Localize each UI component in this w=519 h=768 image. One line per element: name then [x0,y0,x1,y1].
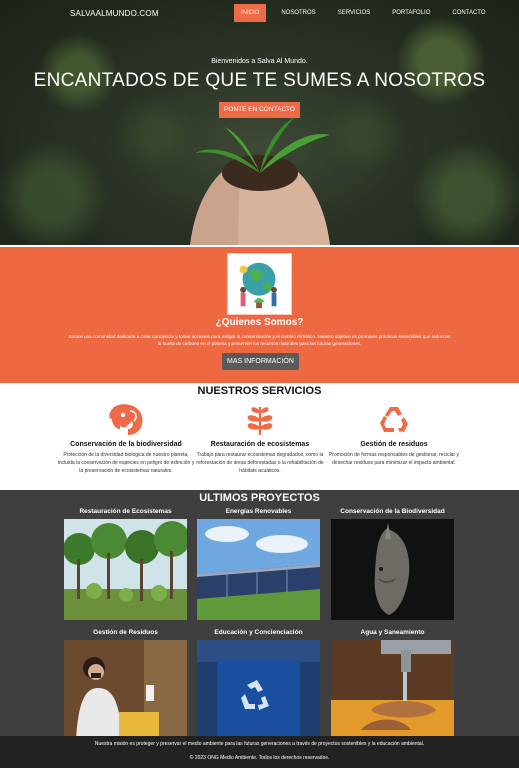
recycling-bin-image [197,640,320,741]
project-card-residuos[interactable]: Gestión de Residuos [64,629,187,746]
rhino-image [331,519,454,620]
water-tap-image [331,640,454,741]
brand-logo[interactable]: SALVAALMUNDO.COM [70,9,159,18]
elephant-icon [109,404,143,435]
project-card-energias[interactable]: Energías Renovables [197,508,320,625]
service-title: Gestión de residuos [360,441,428,448]
page: SALVAALMUNDO.COM INICIO NOSOTROS SERVICI… [0,0,519,768]
service-text: Trabajo para restaurar ecosistemas degra… [196,452,324,474]
footer: Nuestra misión es proteger y preservar e… [0,736,519,768]
project-card-biodiversidad[interactable]: Conservación de la Biodiversidad [331,508,454,625]
recycle-icon [380,407,408,433]
project-title: Educación y Concienciación [214,629,303,636]
hero-subtitle: Bienvenidos a Salva Al Mundo. [211,58,308,65]
nav-item-servicios[interactable]: SERVICIOS [331,4,378,22]
project-title: Restauración de Ecosistemas [79,508,172,515]
about-section: ¿Quienes Somos? Somos una comunidad dedi… [0,247,519,383]
projects-section: ULTIMOS PROYECTOS Restauración de Ecosis… [0,490,519,741]
about-text: Somos una comunidad dedicada a crear con… [68,334,451,346]
nav-item-nosotros[interactable]: NOSOTROS [274,4,322,22]
footer-copyright: © 2023 ONG Medio Ambiente. Todos los der… [189,755,330,761]
leaf-icon [247,407,273,435]
project-title: Conservación de la Biodiversidad [340,508,445,515]
service-card-residuos: Gestión de residuos Promoción de formas … [324,403,464,467]
project-card-agua[interactable]: Agua y Saneamiento [331,629,454,746]
service-title: Restauración de ecosistemas [210,441,310,448]
about-title: ¿Quienes Somos? [215,317,304,328]
project-title: Energías Renovables [225,508,292,515]
footer-mission-text: Nuestra misión es proteger y preservar e… [94,741,425,747]
contact-button[interactable]: PONTE EN CONTACTO [219,102,300,118]
nav-menu: INICIO NOSOTROS SERVICIOS PORTAFOLIO CON… [234,4,501,22]
nav-item-portafolio[interactable]: PORTAFOLIO [385,4,437,22]
solar-panels-image [197,519,320,620]
nav-item-inicio[interactable]: INICIO [234,4,267,22]
projects-title: ULTIMOS PROYECTOS [199,492,320,504]
service-text: Protección de la diversidad biológica de… [57,452,195,474]
project-card-educacion[interactable]: Educación y Concienciación [197,629,320,746]
woman-recycling-image [64,640,187,741]
hero-section: SALVAALMUNDO.COM INICIO NOSOTROS SERVICI… [0,0,519,245]
nav-item-contacto[interactable]: CONTACTO [445,4,492,22]
hero-title: ENCANTADOS DE QUE TE SUMES A NOSOTROS [33,70,486,91]
navbar: SALVAALMUNDO.COM INICIO NOSOTROS SERVICI… [0,0,519,28]
service-card-biodiversidad: Conservación de la biodiversidad Protecc… [56,403,196,475]
services-title: NUESTROS SERVICIOS [197,385,322,397]
service-title: Conservación de la biodiversidad [70,441,182,448]
service-card-restauracion: Restauración de ecosistemas Trabajo para… [190,403,330,475]
earth-people-illustration [227,253,292,315]
more-info-button[interactable]: MAS INFORMACIÓN [222,353,299,370]
forest-image [63,519,190,620]
project-title: Gestión de Residuos [93,629,158,636]
services-section: NUESTROS SERVICIOS Conservación de la bi… [0,383,519,489]
service-text: Promoción de formas responsables de gest… [328,452,460,466]
project-title: Agua y Saneamiento [360,629,425,636]
project-card-ecosistemas[interactable]: Restauración de Ecosistemas [63,508,190,625]
